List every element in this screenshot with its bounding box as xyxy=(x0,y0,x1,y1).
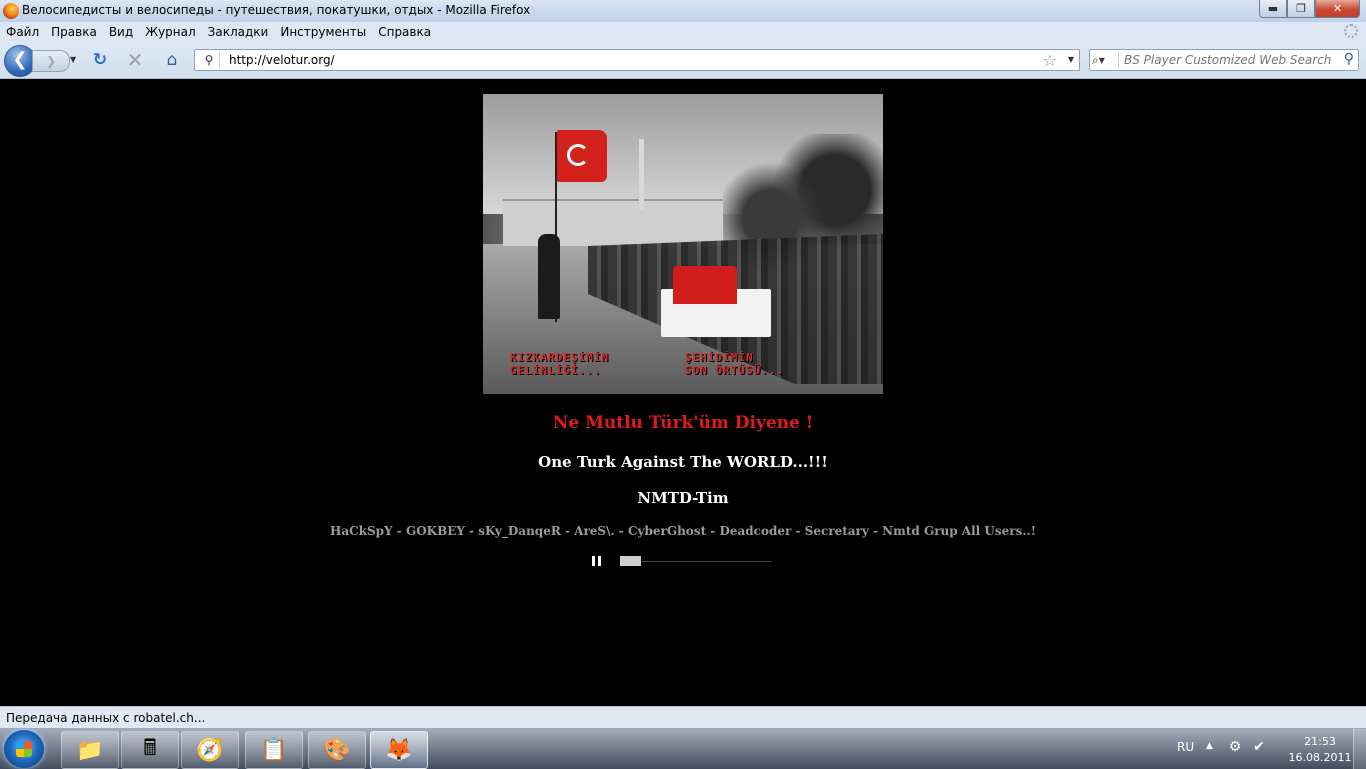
url-text[interactable]: http://velotur.org/ xyxy=(229,53,335,67)
pause-icon[interactable] xyxy=(592,556,602,566)
paint-icon[interactable]: 🎨 xyxy=(308,731,366,769)
url-dropdown-icon[interactable]: ▼ xyxy=(1068,55,1074,64)
language-indicator[interactable]: RU xyxy=(1177,740,1194,754)
network-tray-icon[interactable]: ⚙ xyxy=(1227,739,1243,755)
photo-soldier xyxy=(538,234,560,319)
search-go-icon[interactable]: ⚲ xyxy=(1344,51,1354,67)
taskbar: 📁 🖩 🧭 📋 🎨 🦊 RU ▲ ⚙ ✔ 21:53 16.08.2011 xyxy=(0,728,1366,769)
member-list: HaCkSpY - GOKBEY - sKy_DanqeR - AreS\. -… xyxy=(330,524,1036,538)
bookmark-star-icon[interactable]: ☆ xyxy=(1043,51,1057,70)
menu-tools[interactable]: Инструменты xyxy=(274,25,372,39)
headline-red: Ne Mutlu Türk'üm Diyene ! xyxy=(552,413,814,433)
memorial-photo: KIZKARDEŞİMİN GELİNLİĞİ... ŞEHİDİMİN SON… xyxy=(483,94,883,394)
page-content: KIZKARDEŞİMİN GELİNLİĞİ... ŞEHİDİMİN SON… xyxy=(0,79,1366,706)
reload-icon[interactable]: ↻ xyxy=(90,51,110,69)
search-engine-icon[interactable]: ⌕▾ xyxy=(1092,52,1119,68)
title-bar: Велосипедисты и велосипеды - путешествия… xyxy=(0,0,1366,22)
loading-throbber-icon xyxy=(1344,24,1358,38)
search-input[interactable] xyxy=(1124,52,1334,68)
photo-minaret xyxy=(639,139,644,209)
clock-date[interactable]: 16.08.2011 xyxy=(1285,751,1355,764)
security-tray-icon[interactable]: ✔ xyxy=(1251,739,1267,755)
notes-icon[interactable]: 📋 xyxy=(245,731,303,769)
crescent-icon xyxy=(567,144,589,166)
headline-slogan: One Turk Against The WORLD...!!! xyxy=(538,453,828,471)
menu-history[interactable]: Журнал xyxy=(139,25,202,39)
audio-player xyxy=(588,555,778,569)
menu-help[interactable]: Справка xyxy=(372,25,437,39)
bicycle-icon[interactable]: ⚲ xyxy=(199,52,220,68)
safari-icon[interactable]: 🧭 xyxy=(181,731,239,769)
menu-bar: Файл Правка Вид Журнал Закладки Инструме… xyxy=(0,22,1366,42)
window-controls: ▬ ❐ ✕ xyxy=(1259,0,1360,18)
start-button[interactable] xyxy=(4,730,44,768)
history-dropdown-icon[interactable]: ▼ xyxy=(70,55,76,64)
tray-expand-icon[interactable]: ▲ xyxy=(1206,741,1213,751)
forward-button[interactable]: ❯ xyxy=(32,50,70,72)
photo-buildings xyxy=(503,199,723,246)
url-bar[interactable]: ⚲ http://velotur.org/ ☆ ▼ xyxy=(194,49,1080,71)
turkish-flag-icon xyxy=(557,130,607,182)
windows-logo-icon xyxy=(16,741,32,757)
photo-flag-covered-coffin xyxy=(673,266,737,304)
progress-thumb[interactable] xyxy=(620,556,641,566)
progress-track[interactable] xyxy=(620,561,772,562)
search-bar: ⌕▾ ⚲ xyxy=(1089,49,1359,71)
firefox-icon[interactable]: 🦊 xyxy=(370,731,428,769)
team-name: NMTD-Tim xyxy=(637,489,729,507)
menu-file[interactable]: Файл xyxy=(0,25,45,39)
explorer-icon[interactable]: 📁 xyxy=(61,731,119,769)
close-button[interactable]: ✕ xyxy=(1315,0,1360,18)
maximize-button[interactable]: ❐ xyxy=(1287,0,1315,18)
menu-edit[interactable]: Правка xyxy=(45,25,103,39)
status-bar: Передача данных с robatel.ch... xyxy=(0,706,1366,729)
minimize-button[interactable]: ▬ xyxy=(1259,0,1287,18)
window-title: Велосипедисты и велосипеды - путешествия… xyxy=(22,3,531,17)
photo-caption-left: KIZKARDEŞİMİN GELİNLİĞİ... xyxy=(510,351,610,377)
navigation-toolbar: ❮ ❯ ▼ ↻ ✕ ⌂ ⚲ http://velotur.org/ ☆ ▼ ⌕▾… xyxy=(0,42,1366,79)
firefox-logo-icon xyxy=(3,3,19,19)
back-forward-group: ❮ ❯ ▼ xyxy=(4,45,80,77)
calculator-icon[interactable]: 🖩 xyxy=(121,731,179,769)
home-icon[interactable]: ⌂ xyxy=(162,51,182,69)
clock-time[interactable]: 21:53 xyxy=(1285,735,1355,748)
menu-view[interactable]: Вид xyxy=(103,25,139,39)
menu-bookmarks[interactable]: Закладки xyxy=(202,25,275,39)
photo-caption-right: ŞEHİDİMİN SON ÖRTÜSÜ... xyxy=(685,351,785,377)
status-text: Передача данных с robatel.ch... xyxy=(6,711,206,725)
stop-icon[interactable]: ✕ xyxy=(125,50,145,70)
show-desktop-button[interactable] xyxy=(1353,729,1366,769)
